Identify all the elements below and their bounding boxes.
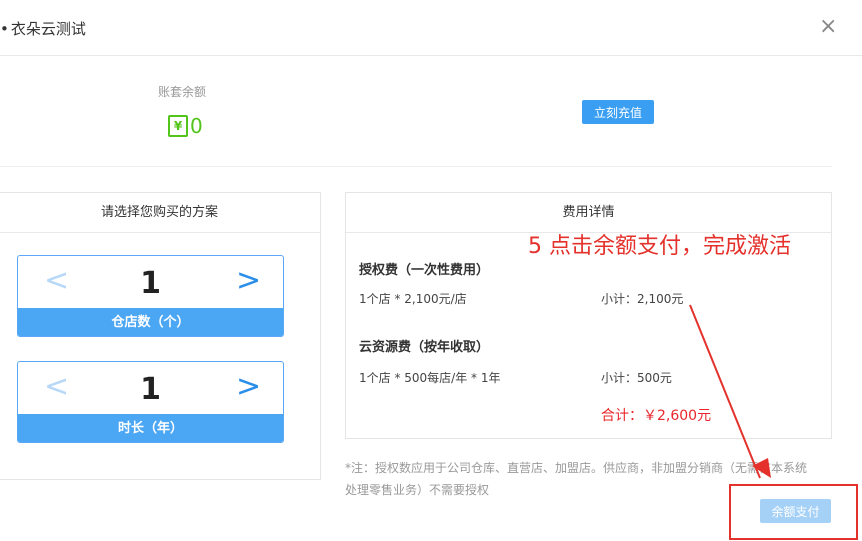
recharge-dialog: • 衣朵云测试 × 账套余额 ¥ 0 立刻充值 请选择您购买的方案 < 1 > 仓… [0,0,862,541]
annotation-text: 5 点击余额支付，完成激活 [528,234,791,259]
annotation-arrow [689,304,771,479]
